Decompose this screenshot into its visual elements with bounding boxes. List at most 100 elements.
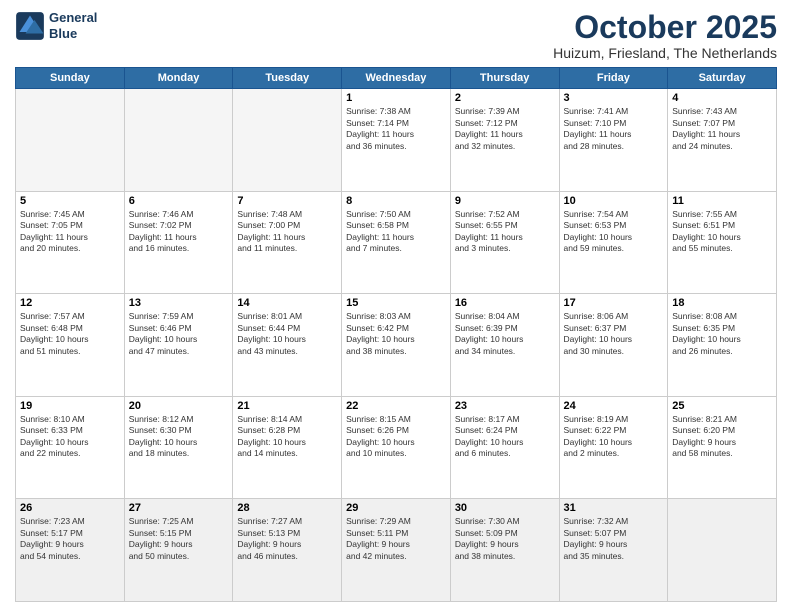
day-number: 2 <box>455 92 555 104</box>
day-cell: 20Sunrise: 8:12 AM Sunset: 6:30 PM Dayli… <box>124 396 233 499</box>
day-info: Sunrise: 7:38 AM Sunset: 7:14 PM Dayligh… <box>346 106 446 152</box>
col-header-thursday: Thursday <box>450 68 559 89</box>
day-info: Sunrise: 8:06 AM Sunset: 6:37 PM Dayligh… <box>564 311 664 357</box>
day-info: Sunrise: 8:08 AM Sunset: 6:35 PM Dayligh… <box>672 311 772 357</box>
day-cell: 24 Sunrise: 8:19 AM Sunset: 6:22 PM Dayli… <box>559 396 668 499</box>
day-cell: 2 Sunrise: 7:39 AM Sunset: 7:12 PM Daylig… <box>450 89 559 192</box>
day-cell: 31Sunrise: 7:32 AM Sunset: 5:07 PM Dayli… <box>559 499 668 602</box>
day-number: 28 <box>237 502 337 514</box>
day-number: 8 <box>346 195 446 207</box>
day-number: 12 <box>20 297 120 309</box>
day-number: 20 <box>129 400 229 412</box>
day-cell <box>124 89 233 192</box>
day-number: 25 <box>672 400 772 412</box>
day-info: Sunrise: 8:04 AM Sunset: 6:39 PM Dayligh… <box>455 311 555 357</box>
day-number: 1 <box>346 92 446 104</box>
location-subtitle: Huizum, Friesland, The Netherlands <box>553 45 777 61</box>
day-number: 5 <box>20 195 120 207</box>
day-info: Sunrise: 7:45 AM Sunset: 7:05 PM Dayligh… <box>20 209 120 255</box>
day-cell: 17Sunrise: 8:06 AM Sunset: 6:37 PM Dayli… <box>559 294 668 397</box>
calendar-table: SundayMondayTuesdayWednesdayThursdayFrid… <box>15 67 777 602</box>
day-info: Sunrise: 7:39 AM Sunset: 7:12 PM Dayligh… <box>455 106 555 152</box>
day-number: 3 <box>564 92 664 104</box>
day-cell: 16 Sunrise: 8:04 AM Sunset: 6:39 PM Dayli… <box>450 294 559 397</box>
day-cell <box>233 89 342 192</box>
col-header-tuesday: Tuesday <box>233 68 342 89</box>
day-number: 27 <box>129 502 229 514</box>
day-cell <box>668 499 777 602</box>
day-cell: 4 Sunrise: 7:43 AM Sunset: 7:07 PM Daylig… <box>668 89 777 192</box>
day-info: Sunrise: 8:10 AM Sunset: 6:33 PM Dayligh… <box>20 414 120 460</box>
header: General Blue October 2025 Huizum, Friesl… <box>15 10 777 61</box>
day-number: 30 <box>455 502 555 514</box>
title-block: October 2025 Huizum, Friesland, The Neth… <box>553 10 777 61</box>
week-row-1: 1 Sunrise: 7:38 AM Sunset: 7:14 PM Daylig… <box>16 89 777 192</box>
day-info: Sunrise: 7:50 AM Sunset: 6:58 PM Dayligh… <box>346 209 446 255</box>
day-number: 9 <box>455 195 555 207</box>
day-number: 7 <box>237 195 337 207</box>
day-number: 11 <box>672 195 772 207</box>
logo-icon <box>15 11 45 41</box>
day-info: Sunrise: 7:25 AM Sunset: 5:15 PM Dayligh… <box>129 516 229 562</box>
day-number: 22 <box>346 400 446 412</box>
day-cell: 3Sunrise: 7:41 AM Sunset: 7:10 PM Daylig… <box>559 89 668 192</box>
day-number: 24 <box>564 400 664 412</box>
day-cell: 22Sunrise: 8:15 AM Sunset: 6:26 PM Dayli… <box>342 396 451 499</box>
day-cell: 27 Sunrise: 7:25 AM Sunset: 5:15 PM Dayli… <box>124 499 233 602</box>
day-number: 29 <box>346 502 446 514</box>
day-number: 26 <box>20 502 120 514</box>
day-info: Sunrise: 8:01 AM Sunset: 6:44 PM Dayligh… <box>237 311 337 357</box>
day-number: 18 <box>672 297 772 309</box>
day-cell: 6Sunrise: 7:46 AM Sunset: 7:02 PM Daylig… <box>124 191 233 294</box>
day-cell: 25 Sunrise: 8:21 AM Sunset: 6:20 PM Dayli… <box>668 396 777 499</box>
col-header-sunday: Sunday <box>16 68 125 89</box>
col-header-friday: Friday <box>559 68 668 89</box>
day-cell: 19 Sunrise: 8:10 AM Sunset: 6:33 PM Dayli… <box>16 396 125 499</box>
day-number: 21 <box>237 400 337 412</box>
day-number: 15 <box>346 297 446 309</box>
logo-line2: Blue <box>49 26 97 42</box>
day-number: 14 <box>237 297 337 309</box>
day-info: Sunrise: 7:46 AM Sunset: 7:02 PM Dayligh… <box>129 209 229 255</box>
day-number: 4 <box>672 92 772 104</box>
day-info: Sunrise: 7:43 AM Sunset: 7:07 PM Dayligh… <box>672 106 772 152</box>
col-header-monday: Monday <box>124 68 233 89</box>
day-cell: 11 Sunrise: 7:55 AM Sunset: 6:51 PM Dayli… <box>668 191 777 294</box>
day-info: Sunrise: 8:19 AM Sunset: 6:22 PM Dayligh… <box>564 414 664 460</box>
day-cell: 14 Sunrise: 8:01 AM Sunset: 6:44 PM Dayli… <box>233 294 342 397</box>
day-cell: 7 Sunrise: 7:48 AM Sunset: 7:00 PM Daylig… <box>233 191 342 294</box>
day-number: 23 <box>455 400 555 412</box>
day-info: Sunrise: 8:17 AM Sunset: 6:24 PM Dayligh… <box>455 414 555 460</box>
week-row-4: 19 Sunrise: 8:10 AM Sunset: 6:33 PM Dayli… <box>16 396 777 499</box>
day-info: Sunrise: 7:27 AM Sunset: 5:13 PM Dayligh… <box>237 516 337 562</box>
logo-text: General Blue <box>49 10 97 41</box>
day-cell: 9Sunrise: 7:52 AM Sunset: 6:55 PM Daylig… <box>450 191 559 294</box>
day-info: Sunrise: 7:29 AM Sunset: 5:11 PM Dayligh… <box>346 516 446 562</box>
day-cell: 29 Sunrise: 7:29 AM Sunset: 5:11 PM Dayli… <box>342 499 451 602</box>
day-cell: 15Sunrise: 8:03 AM Sunset: 6:42 PM Dayli… <box>342 294 451 397</box>
day-cell: 5 Sunrise: 7:45 AM Sunset: 7:05 PM Daylig… <box>16 191 125 294</box>
page: General Blue October 2025 Huizum, Friesl… <box>0 0 792 612</box>
day-number: 13 <box>129 297 229 309</box>
day-info: Sunrise: 8:21 AM Sunset: 6:20 PM Dayligh… <box>672 414 772 460</box>
day-info: Sunrise: 7:59 AM Sunset: 6:46 PM Dayligh… <box>129 311 229 357</box>
day-number: 16 <box>455 297 555 309</box>
logo-line1: General <box>49 10 97 26</box>
logo: General Blue <box>15 10 97 41</box>
col-header-wednesday: Wednesday <box>342 68 451 89</box>
day-info: Sunrise: 7:48 AM Sunset: 7:00 PM Dayligh… <box>237 209 337 255</box>
day-cell: 23 Sunrise: 8:17 AM Sunset: 6:24 PM Dayli… <box>450 396 559 499</box>
day-number: 19 <box>20 400 120 412</box>
day-info: Sunrise: 7:57 AM Sunset: 6:48 PM Dayligh… <box>20 311 120 357</box>
day-cell: 26 Sunrise: 7:23 AM Sunset: 5:17 PM Dayli… <box>16 499 125 602</box>
day-info: Sunrise: 7:30 AM Sunset: 5:09 PM Dayligh… <box>455 516 555 562</box>
day-number: 10 <box>564 195 664 207</box>
col-header-saturday: Saturday <box>668 68 777 89</box>
day-info: Sunrise: 7:54 AM Sunset: 6:53 PM Dayligh… <box>564 209 664 255</box>
week-row-3: 12 Sunrise: 7:57 AM Sunset: 6:48 PM Dayli… <box>16 294 777 397</box>
day-info: Sunrise: 7:55 AM Sunset: 6:51 PM Dayligh… <box>672 209 772 255</box>
day-cell: 30 Sunrise: 7:30 AM Sunset: 5:09 PM Dayli… <box>450 499 559 602</box>
day-info: Sunrise: 7:32 AM Sunset: 5:07 PM Dayligh… <box>564 516 664 562</box>
day-info: Sunrise: 7:23 AM Sunset: 5:17 PM Dayligh… <box>20 516 120 562</box>
week-row-5: 26 Sunrise: 7:23 AM Sunset: 5:17 PM Dayli… <box>16 499 777 602</box>
